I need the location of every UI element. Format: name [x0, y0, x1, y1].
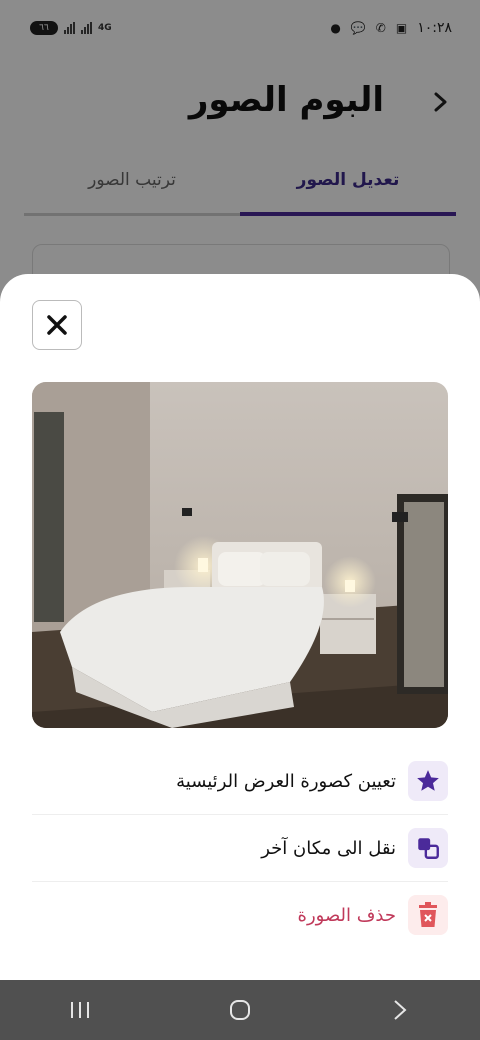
set-main-photo-item[interactable]: تعيين كصورة العرض الرئيسية — [32, 748, 448, 815]
bottom-sheet: تعيين كصورة العرض الرئيسية نقل الى مكان … — [0, 274, 480, 980]
close-icon — [47, 315, 67, 335]
set-main-photo-label: تعيين كصورة العرض الرئيسية — [176, 770, 396, 792]
bedroom-photo — [32, 382, 448, 728]
set-main-icon-wrap — [408, 761, 448, 801]
move-icon — [418, 838, 439, 859]
move-photo-item[interactable]: نقل الى مكان آخر — [32, 815, 448, 882]
back-nav-icon — [394, 1000, 407, 1020]
home-button[interactable] — [210, 990, 270, 1030]
delete-photo-item[interactable]: حذف الصورة — [32, 882, 448, 948]
recent-apps-icon — [71, 1002, 89, 1018]
move-icon-wrap — [408, 828, 448, 868]
system-nav-bar — [0, 980, 480, 1040]
trash-icon — [419, 902, 437, 927]
photo-actions-menu: تعيين كصورة العرض الرئيسية نقل الى مكان … — [32, 748, 448, 948]
back-nav-button[interactable] — [370, 990, 430, 1030]
recent-apps-button[interactable] — [50, 990, 110, 1030]
close-button[interactable] — [32, 300, 82, 350]
star-icon — [417, 770, 439, 791]
home-icon — [230, 1000, 250, 1020]
delete-photo-label: حذف الصورة — [297, 904, 396, 926]
move-photo-label: نقل الى مكان آخر — [261, 837, 396, 859]
trash-icon-wrap — [408, 895, 448, 935]
